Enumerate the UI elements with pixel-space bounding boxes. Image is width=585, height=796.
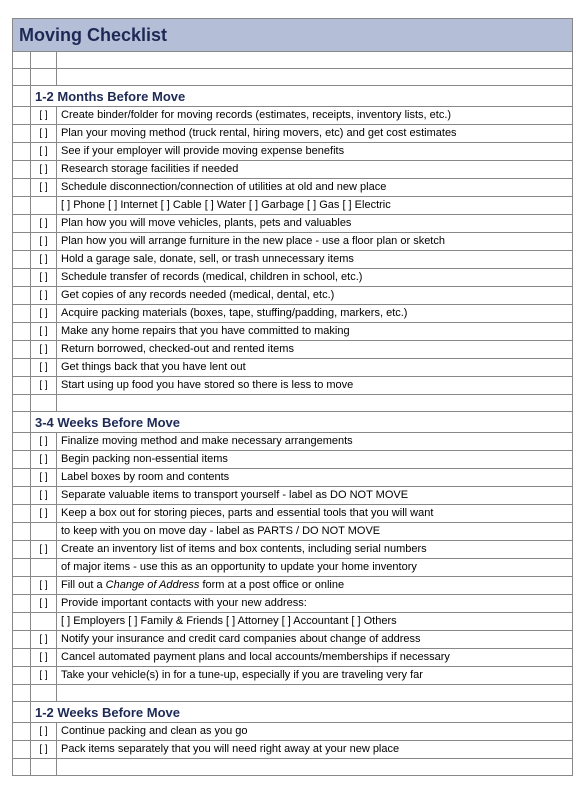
checkbox[interactable]: [ ] [31,487,57,505]
checkbox[interactable]: [ ] [31,541,57,559]
checkbox[interactable]: [ ] [31,667,57,685]
checkbox[interactable]: [ ] [31,287,57,305]
document-title: Moving Checklist [13,19,573,52]
section-heading: 3-4 Weeks Before Move [31,412,573,433]
checkbox[interactable]: [ ] [31,161,57,179]
checkbox[interactable]: [ ] [31,305,57,323]
section-heading: 1-2 Months Before Move [31,86,573,107]
checkbox[interactable]: [ ] [31,649,57,667]
checklist-item-text: See if your employer will provide moving… [57,143,573,161]
checklist-item-text: Notify your insurance and credit card co… [57,631,573,649]
checklist-item-text: Keep a box out for storing pieces, parts… [57,505,573,523]
checkbox[interactable]: [ ] [31,233,57,251]
checkbox[interactable]: [ ] [31,323,57,341]
checkbox[interactable]: [ ] [31,143,57,161]
checklist-item-text: Acquire packing materials (boxes, tape, … [57,305,573,323]
checkbox[interactable]: [ ] [31,505,57,523]
checkbox[interactable]: [ ] [31,179,57,197]
checklist-item-text: Hold a garage sale, donate, sell, or tra… [57,251,573,269]
checklist-item-text: Plan how you will move vehicles, plants,… [57,215,573,233]
checklist-item-text: Provide important contacts with your new… [57,595,573,613]
checkbox[interactable]: [ ] [31,269,57,287]
checklist-item-text: Make any home repairs that you have comm… [57,323,573,341]
checkbox[interactable]: [ ] [31,125,57,143]
checklist-sub-options: [ ] Employers [ ] Family & Friends [ ] A… [57,613,573,631]
checklist-item-text: Create an inventory list of items and bo… [57,541,573,559]
checklist-item-text: Start using up food you have stored so t… [57,377,573,395]
checklist-item-text: Schedule disconnection/connection of uti… [57,179,573,197]
checkbox[interactable]: [ ] [31,359,57,377]
checklist-item-continuation: of major items - use this as an opportun… [57,559,573,577]
checkbox[interactable]: [ ] [31,433,57,451]
checklist-table: Moving Checklist1-2 Months Before Move[ … [12,18,573,776]
checklist-item-text: Label boxes by room and contents [57,469,573,487]
checklist-item-text: Begin packing non-essential items [57,451,573,469]
checklist-item-text: Continue packing and clean as you go [57,723,573,741]
checkbox[interactable]: [ ] [31,577,57,595]
checklist-item-text: Plan your moving method (truck rental, h… [57,125,573,143]
checkbox[interactable]: [ ] [31,377,57,395]
checklist-item-text: Pack items separately that you will need… [57,741,573,759]
checkbox[interactable]: [ ] [31,723,57,741]
checklist-item-text: Fill out a Change of Address form at a p… [57,577,573,595]
checklist-item-text: Take your vehicle(s) in for a tune-up, e… [57,667,573,685]
checklist-item-text: Get copies of any records needed (medica… [57,287,573,305]
checklist-item-text: Cancel automated payment plans and local… [57,649,573,667]
checklist-item-continuation: to keep with you on move day - label as … [57,523,573,541]
checklist-item-text: Create binder/folder for moving records … [57,107,573,125]
checkbox[interactable]: [ ] [31,107,57,125]
checkbox[interactable]: [ ] [31,595,57,613]
checkbox[interactable]: [ ] [31,341,57,359]
checklist-item-text: Schedule transfer of records (medical, c… [57,269,573,287]
checkbox[interactable]: [ ] [31,741,57,759]
checkbox[interactable]: [ ] [31,469,57,487]
checklist-item-text: Plan how you will arrange furniture in t… [57,233,573,251]
checklist-item-text: Research storage facilities if needed [57,161,573,179]
checklist-item-text: Finalize moving method and make necessar… [57,433,573,451]
section-heading: 1-2 Weeks Before Move [31,702,573,723]
checklist-sub-options: [ ] Phone [ ] Internet [ ] Cable [ ] Wat… [57,197,573,215]
checklist-item-text: Get things back that you have lent out [57,359,573,377]
checklist-item-text: Separate valuable items to transport you… [57,487,573,505]
checklist-item-text: Return borrowed, checked-out and rented … [57,341,573,359]
checkbox[interactable]: [ ] [31,631,57,649]
checkbox[interactable]: [ ] [31,251,57,269]
checkbox[interactable]: [ ] [31,215,57,233]
checkbox[interactable]: [ ] [31,451,57,469]
